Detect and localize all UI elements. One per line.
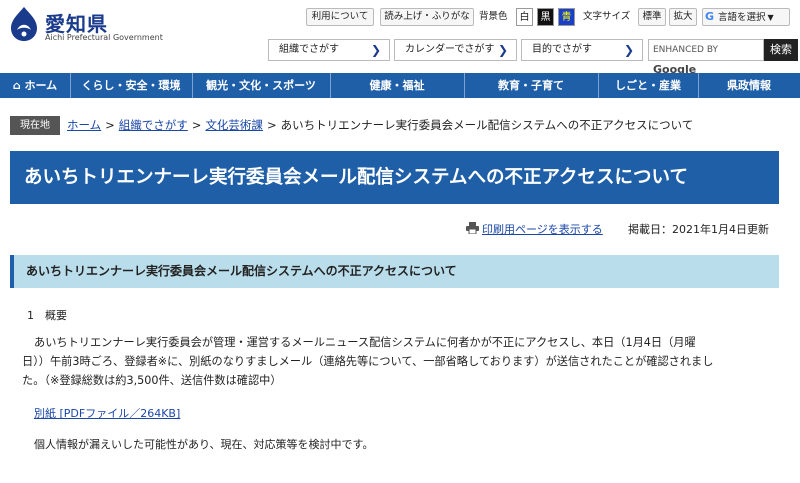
bgcolor-label: 背景色 [479, 11, 508, 22]
nav-home-label: ホーム [24, 79, 58, 92]
current-location-badge: 現在地 [10, 116, 60, 135]
readaloud-button[interactable]: 読み上げ・ふりがな [380, 8, 474, 26]
info-text: 個人情報が漏えいした可能性があり、現在、対応策等を検討中です。 [34, 438, 374, 451]
purpose-search-button[interactable]: 目的でさがす ❯ [521, 39, 643, 61]
search-enhanced-label: ENHANCED BY [653, 45, 719, 55]
breadcrumb-separator: > [266, 118, 277, 132]
nav-life[interactable]: くらし・安全・環境 [70, 73, 193, 98]
breadcrumb-current: あいちトリエンナーレ実行委員会メール配信システムへの不正アクセスについて [280, 118, 694, 132]
site-logo[interactable]: 愛知県 Aichi Prefectural Government [8, 6, 198, 46]
nav-education[interactable]: 教育・子育て [464, 73, 599, 98]
chevron-down-icon: ▼ [767, 13, 774, 22]
google-g-icon: G [705, 10, 715, 23]
org-search-button[interactable]: 組織でさがす ❯ [268, 39, 390, 61]
updated-date: 掲載日：2021年1月4日更新 [628, 223, 769, 236]
font-large-button[interactable]: 拡大 [669, 8, 697, 26]
search-button[interactable]: 検索 [764, 39, 798, 61]
chevron-right-icon: ❯ [623, 43, 634, 57]
language-select-label: 言語を選択 [718, 12, 766, 23]
breadcrumb-separator: > [105, 118, 115, 132]
breadcrumb-home[interactable]: ホーム [67, 118, 101, 132]
nav-government[interactable]: 県政情報 [698, 73, 800, 98]
aichi-emblem-icon [11, 7, 37, 41]
body-line: あいちトリエンナーレ実行委員会が管理・運営するメールニュース配信システムに何者か… [34, 336, 696, 349]
usage-button[interactable]: 利用について [306, 8, 374, 26]
nav-tourism[interactable]: 観光・文化・スポーツ [192, 73, 331, 98]
breadcrumb: ホーム > 組織でさがす > 文化芸術課 > あいちトリエンナーレ実行委員会メール配信システ… [67, 116, 693, 135]
calendar-search-label: カレンダーでさがす [405, 44, 495, 55]
search-input[interactable]: ENHANCED BY Google [648, 39, 764, 76]
nav-health[interactable]: 健康・福祉 [330, 73, 465, 98]
purpose-search-label: 目的でさがす [532, 44, 592, 55]
language-select[interactable]: G 言語を選択 ▼ [702, 8, 790, 26]
chevron-right-icon: ❯ [497, 43, 508, 57]
breadcrumb-separator: > [191, 118, 202, 132]
section-title: 1 概要 [27, 309, 67, 322]
nav-home[interactable]: ⌂ ホーム [0, 73, 71, 98]
printer-icon [466, 222, 479, 234]
bg-black-button[interactable]: 黒 [537, 8, 554, 26]
print-page-link[interactable]: 印刷用ページを表示する [482, 221, 603, 237]
calendar-search-button[interactable]: カレンダーでさがす ❯ [394, 39, 517, 61]
section-heading: あいちトリエンナーレ実行委員会メール配信システムへの不正アクセスについて [10, 255, 779, 288]
org-search-label: 組織でさがす [279, 44, 339, 55]
body-text: あいちトリエンナーレ実行委員会が管理・運営するメールニュース配信システムに何者か… [22, 333, 772, 390]
fontsize-label: 文字サイズ [583, 11, 631, 22]
breadcrumb-org[interactable]: 組織でさがす [119, 118, 188, 132]
logo-subtitle: Aichi Prefectural Government [45, 33, 163, 42]
attachment-pdf-link[interactable]: 別紙 [PDFファイル／264KB] [34, 405, 180, 421]
breadcrumb-culture[interactable]: 文化芸術課 [205, 118, 263, 132]
font-standard-button[interactable]: 標準 [638, 8, 666, 26]
main-nav: ⌂ ホーム くらし・安全・環境 観光・文化・スポーツ 健康・福祉 教育・子育て … [0, 73, 800, 98]
bg-blue-button[interactable]: 青 [558, 8, 575, 26]
nav-work[interactable]: しごと・産業 [598, 73, 699, 98]
chevron-right-icon: ❯ [370, 43, 381, 57]
bg-white-button[interactable]: 白 [516, 8, 533, 26]
body-line: た。（※登録総数は約3,500件、送信件数は確認中） [22, 374, 282, 387]
body-line: 日））午前3時ごろ、登録者※に、別紙のなりすましメール（連絡先等について、一部省… [22, 355, 714, 368]
page-title: あいちトリエンナーレ実行委員会メール配信システムへの不正アクセスについて [10, 151, 779, 204]
home-icon: ⌂ [12, 79, 25, 92]
